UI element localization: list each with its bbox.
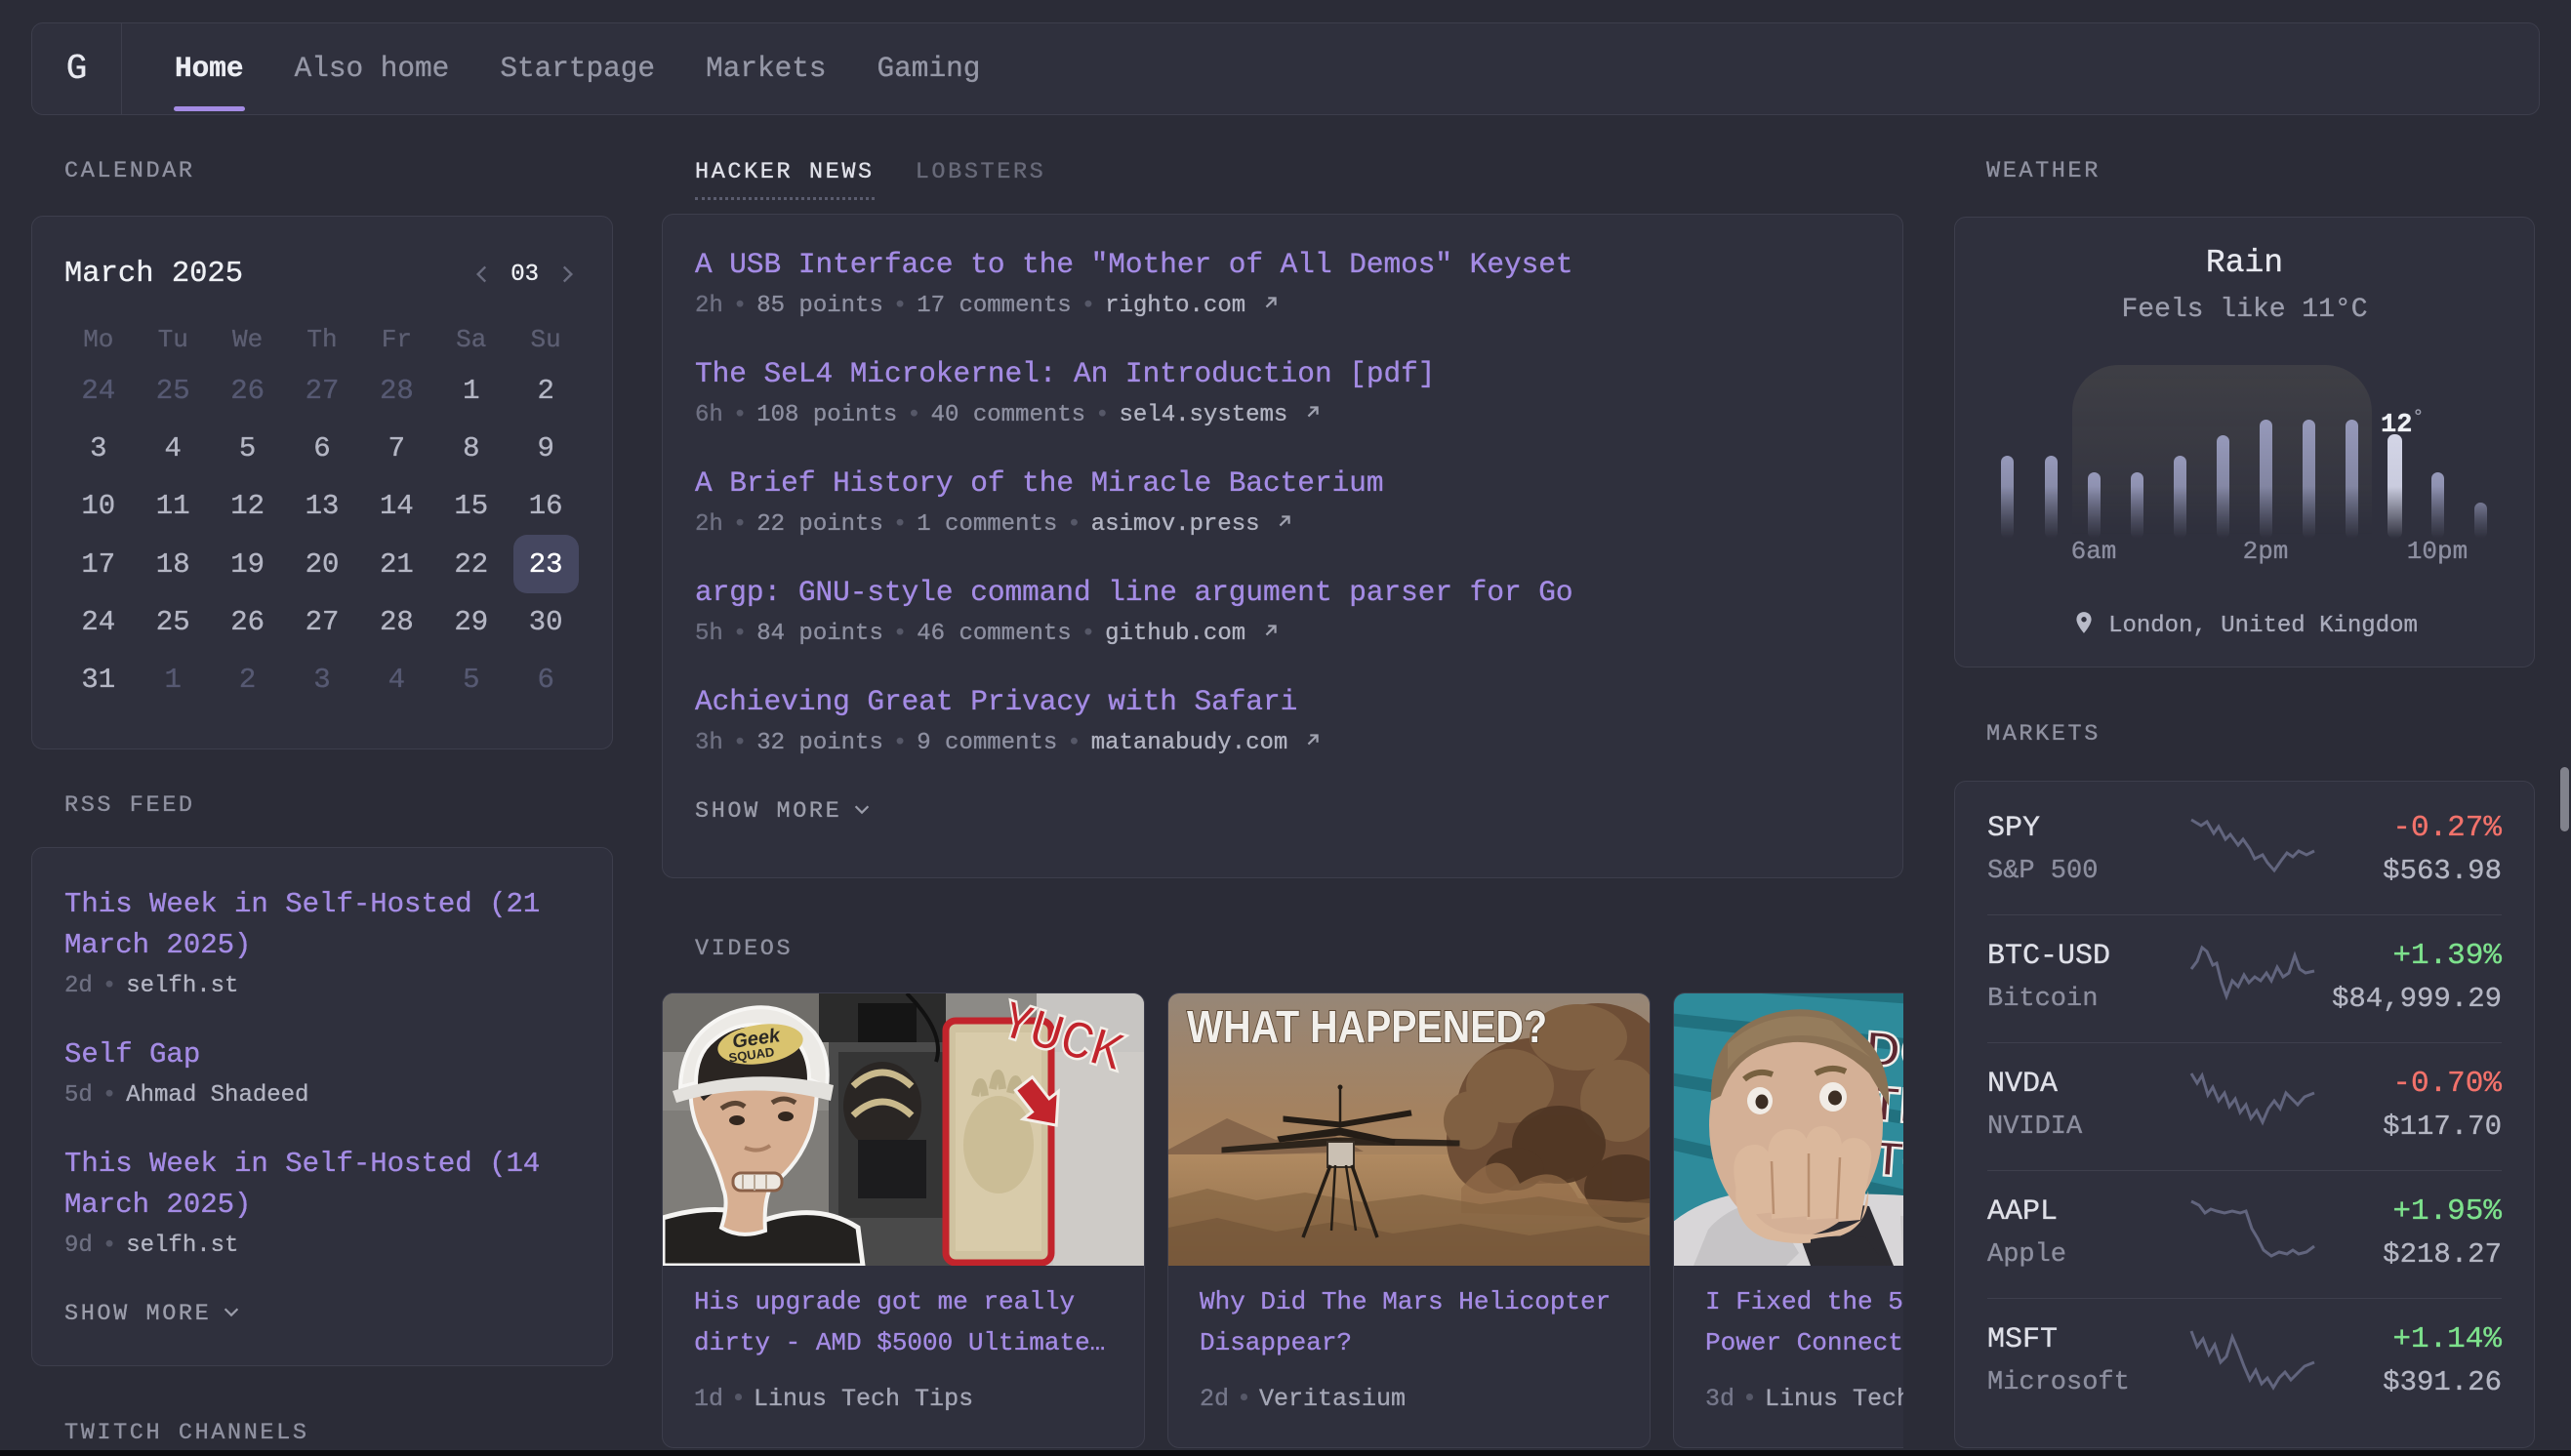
- svg-text:WHAT HAPPENED?: WHAT HAPPENED?: [1187, 1001, 1547, 1052]
